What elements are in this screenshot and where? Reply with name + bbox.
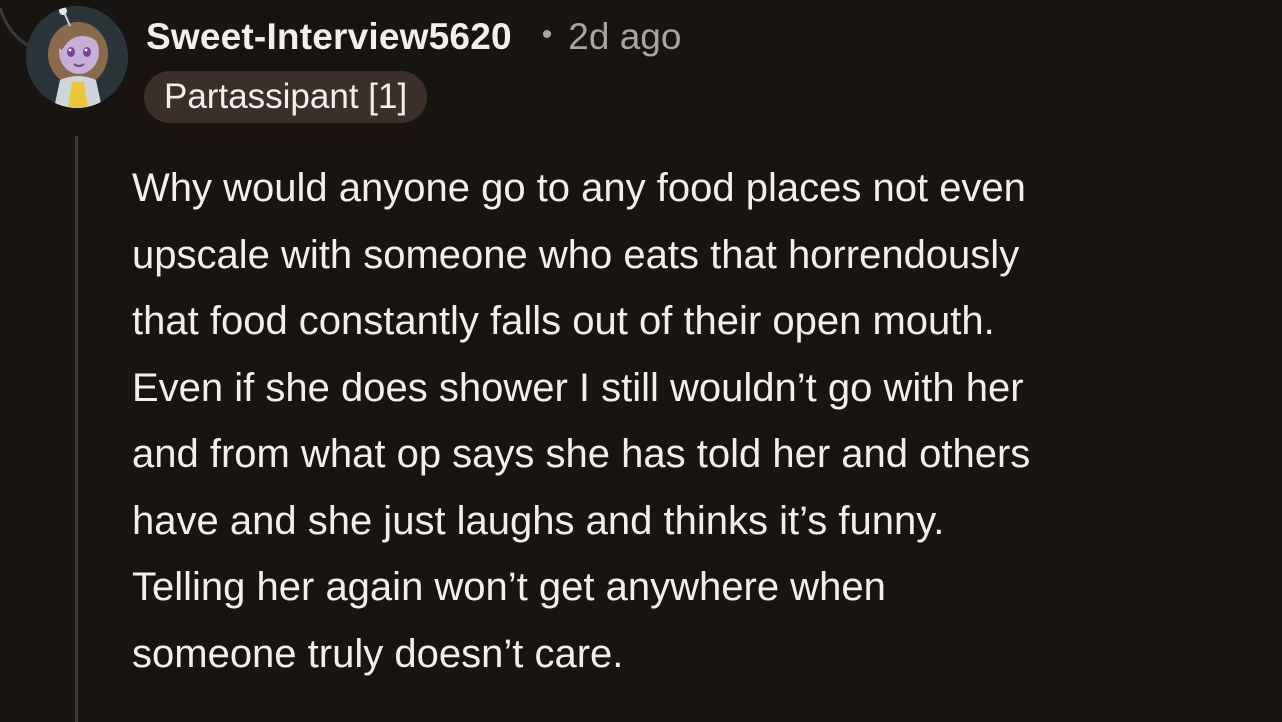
comment-text-line: Even if she does shower I still wouldn’t… — [132, 365, 1024, 410]
user-avatar-icon[interactable] — [26, 6, 128, 108]
comment-body: Why would anyone go to any food places n… — [132, 155, 1252, 687]
comment-text-line: have and she just laughs and thinks it’s… — [132, 498, 945, 543]
comment-text-line: and from what op says she has told her a… — [132, 432, 1031, 476]
comment-text-line: upscale with someone who eats that horre… — [132, 232, 1020, 277]
user-flair-badge: Partassipant [1] — [144, 71, 428, 123]
meta-separator: • — [541, 18, 553, 51]
comment-header: Sweet-Interview5620 • 2d ago — [146, 12, 681, 62]
comment-text-line: Why would anyone go to any food places n… — [132, 166, 1026, 210]
comment-text-line: Telling her again won’t get anywhere whe… — [132, 565, 886, 609]
username-link[interactable]: Sweet-Interview5620 — [146, 16, 512, 58]
comment-text-line: that food constantly falls out of their … — [132, 299, 995, 343]
comment-text-line: someone truly doesn’t care. — [132, 631, 624, 676]
comment-timestamp[interactable]: 2d ago — [568, 16, 681, 58]
thread-collapse-line[interactable] — [75, 136, 78, 722]
